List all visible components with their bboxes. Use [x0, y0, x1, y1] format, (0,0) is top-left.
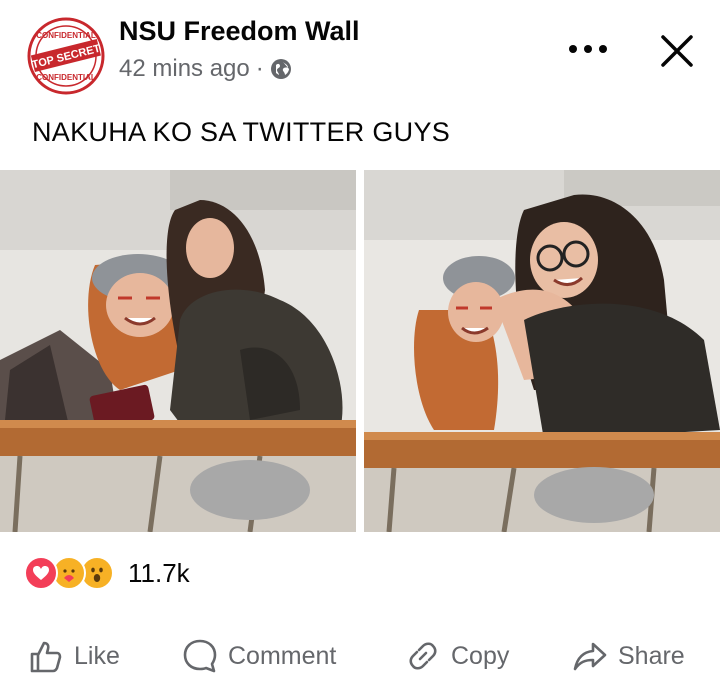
comment-label: Comment [228, 641, 337, 670]
share-arrow-icon [573, 642, 607, 671]
confidential-stamp-logo: CONFIDENTIAL TOP SECRET CONFIDENTIAL [27, 17, 105, 95]
post-photo-2[interactable] [364, 170, 720, 532]
comment-button[interactable]: Comment [182, 628, 336, 684]
comment-bubble-icon [183, 639, 217, 673]
page-name[interactable]: NSU Freedom Wall [119, 16, 360, 47]
more-options-button[interactable] [560, 26, 616, 72]
post-caption: NAKUHA KO SA TWITTER GUYS [32, 117, 451, 147]
post-photo-1[interactable] [0, 170, 356, 532]
like-label: Like [74, 641, 120, 670]
svg-text:CONFIDENTIAL: CONFIDENTIAL [36, 73, 96, 82]
close-button[interactable] [650, 26, 704, 76]
love-icon [24, 556, 58, 590]
link-icon [409, 642, 437, 670]
share-label: Share [618, 641, 685, 670]
reaction-count: 11.7k [128, 557, 190, 588]
reaction-summary[interactable]: 11.7k [24, 555, 190, 591]
share-button[interactable]: Share [572, 628, 685, 684]
more-dots-icon [569, 45, 607, 53]
copy-label: Copy [451, 641, 510, 670]
svg-text:CONFIDENTIAL: CONFIDENTIAL [36, 31, 96, 40]
meta-separator: · [255, 55, 264, 82]
close-icon [661, 35, 693, 67]
action-bar: Like Comment Copy Share [0, 628, 720, 684]
globe-icon [270, 58, 292, 80]
thumbs-up-icon [30, 641, 62, 673]
copy-button[interactable]: Copy [405, 628, 509, 684]
page-avatar[interactable]: CONFIDENTIAL TOP SECRET CONFIDENTIAL [26, 16, 106, 96]
post-meta: 42 mins ago · [119, 55, 292, 83]
post-time[interactable]: 42 mins ago [119, 55, 250, 83]
like-button[interactable]: Like [28, 628, 120, 684]
post-header: CONFIDENTIAL TOP SECRET CONFIDENTIAL NSU… [0, 0, 720, 100]
